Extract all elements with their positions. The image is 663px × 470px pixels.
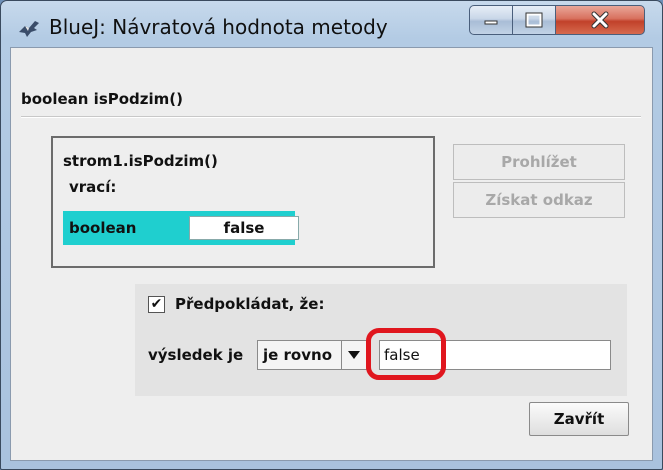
dialog-body: boolean isPodzim() strom1.isPodzim() vra…	[10, 47, 653, 461]
returns-label: vrací:	[69, 178, 117, 196]
comparison-selected: je rovno	[263, 346, 333, 364]
comparison-select[interactable]: je rovno	[257, 340, 367, 370]
window-title: BlueJ: Návratová hodnota metody	[49, 15, 388, 39]
close-icon	[591, 11, 609, 29]
assertion-panel: ✔ Předpokládat, že: výsledek je je rovno	[135, 284, 627, 396]
title-bar[interactable]: BlueJ: Návratová hodnota metody	[1, 1, 662, 47]
assume-checkbox[interactable]: ✔	[148, 296, 165, 313]
result-is-label: výsledek je	[148, 346, 244, 364]
assume-label: Předpokládat, že:	[175, 295, 325, 313]
dialog-window: BlueJ: Návratová hodnota metody boolean …	[0, 0, 663, 470]
result-panel: strom1.isPodzim() vrací: boolean false	[51, 136, 435, 268]
result-value: false	[189, 216, 299, 240]
expected-value-input[interactable]	[379, 340, 611, 370]
bluej-bird-icon	[19, 21, 39, 37]
triangle-down-icon[interactable]	[344, 345, 364, 365]
method-signature: boolean isPodzim()	[21, 90, 184, 108]
minimize-button[interactable]	[469, 5, 513, 35]
result-value-row[interactable]: boolean false	[63, 211, 299, 245]
get-reference-button[interactable]: Získat odkaz	[453, 182, 625, 218]
close-button[interactable]: Zavřít	[529, 402, 629, 436]
header-separator	[21, 116, 641, 118]
method-call: strom1.isPodzim()	[63, 152, 218, 170]
combo-divider	[341, 341, 342, 369]
maximize-button[interactable]	[512, 5, 556, 35]
minimize-icon	[484, 20, 498, 25]
inspect-button[interactable]: Prohlížet	[453, 144, 625, 180]
result-type: boolean	[69, 219, 137, 237]
maximize-icon	[525, 12, 543, 28]
close-window-button[interactable]	[555, 5, 645, 35]
